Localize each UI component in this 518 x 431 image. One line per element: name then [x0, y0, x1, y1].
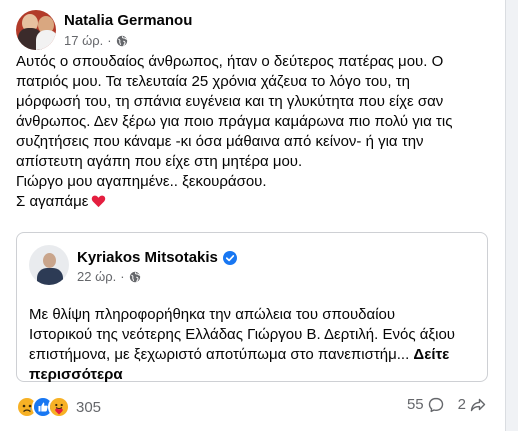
- shared-line: Με θλίψη πληροφορήθηκα την απώλεια του σ…: [29, 306, 396, 323]
- comments-stat[interactable]: 55: [407, 396, 444, 413]
- author-avatar[interactable]: [16, 10, 56, 50]
- shared-post[interactable]: Kyriakos Mitsotakis 22 ώρ. · Με θλίψη πλ…: [16, 232, 488, 385]
- comment-count: 55: [406, 396, 424, 413]
- meta-separator: ·: [107, 33, 112, 48]
- post-line: συζητήσεις που κάναμε -κι όσα μάθαινα απ…: [16, 133, 424, 150]
- shared-line: περισσότερα: [29, 365, 479, 385]
- shared-author-avatar[interactable]: [29, 245, 69, 285]
- shared-post-text: Με θλίψη πληροφορήθηκα την απώλεια του σ…: [29, 305, 479, 385]
- author-name[interactable]: Natalia Germanou: [64, 12, 192, 29]
- shared-author: Kyriakos Mitsotakis: [77, 249, 237, 266]
- engagement-stats: 55 2: [393, 396, 486, 413]
- see-more-link-cont[interactable]: περισσότερα: [29, 366, 123, 383]
- post-line: άνθρωπος. Δεν ξέρω για ποιο πράγμα καμάρ…: [16, 113, 453, 130]
- post-body: Αυτός ο σπουδαίος άνθρωπος, ήταν ο δεύτε…: [16, 52, 484, 212]
- post-footer: 305 55 2: [16, 396, 486, 420]
- post-line: Γιώργο μου αγαπημένε.. ξεκουράσου.: [16, 173, 267, 190]
- shared-meta-separator: ·: [120, 269, 125, 284]
- shares-stat[interactable]: 2: [458, 396, 486, 413]
- reactions-summary[interactable]: 305: [16, 396, 101, 418]
- reaction-count[interactable]: 305: [76, 399, 101, 416]
- post-line: μόρφωσή του, τη σπάνια ευγένεια και τη γ…: [16, 93, 444, 110]
- globe-icon: [116, 35, 127, 46]
- post-line: πατριός μου. Τα τελευταία 25 χρόνια χάζε…: [16, 73, 410, 90]
- post-card: Natalia Germanou 17 ώρ. · Αυτός ο σπουδα…: [0, 0, 506, 431]
- see-more-link[interactable]: Δείτε: [413, 346, 449, 363]
- post-line-text: Σ αγαπάμε: [16, 193, 89, 210]
- comment-icon: [428, 397, 443, 412]
- post-line: Αυτός ο σπουδαίος άνθρωπος, ήταν ο δεύτε…: [16, 53, 444, 70]
- heart-icon: [92, 195, 106, 208]
- shared-timestamp[interactable]: 22 ώρ.: [77, 269, 116, 284]
- post-meta: 17 ώρ. ·: [64, 33, 128, 48]
- post-header: Natalia Germanou 17 ώρ. ·: [16, 10, 486, 52]
- shared-line-text: επιστήμονα, με ξεχωριστό αποτύπωμα στο π…: [29, 346, 414, 363]
- care-reaction-icon: [48, 396, 70, 418]
- share-icon: [470, 398, 486, 411]
- shared-meta: 22 ώρ. ·: [77, 269, 141, 284]
- globe-icon: [129, 271, 140, 282]
- post-line: απίστευτη αγάπη που είχε στη μητέρα μου.: [16, 153, 303, 170]
- shared-line: επιστήμονα, με ξεχωριστό αποτύπωμα στο π…: [29, 345, 479, 365]
- share-count: 2: [457, 396, 466, 413]
- post-line-last: Σ αγαπάμε: [16, 192, 484, 212]
- shared-line: Ιστορικού της νεότερης Ελλάδας Γιώργου Β…: [29, 326, 455, 343]
- shared-author-name[interactable]: Kyriakos Mitsotakis: [77, 249, 218, 266]
- verified-icon: [222, 250, 237, 265]
- post-timestamp[interactable]: 17 ώρ.: [64, 33, 103, 48]
